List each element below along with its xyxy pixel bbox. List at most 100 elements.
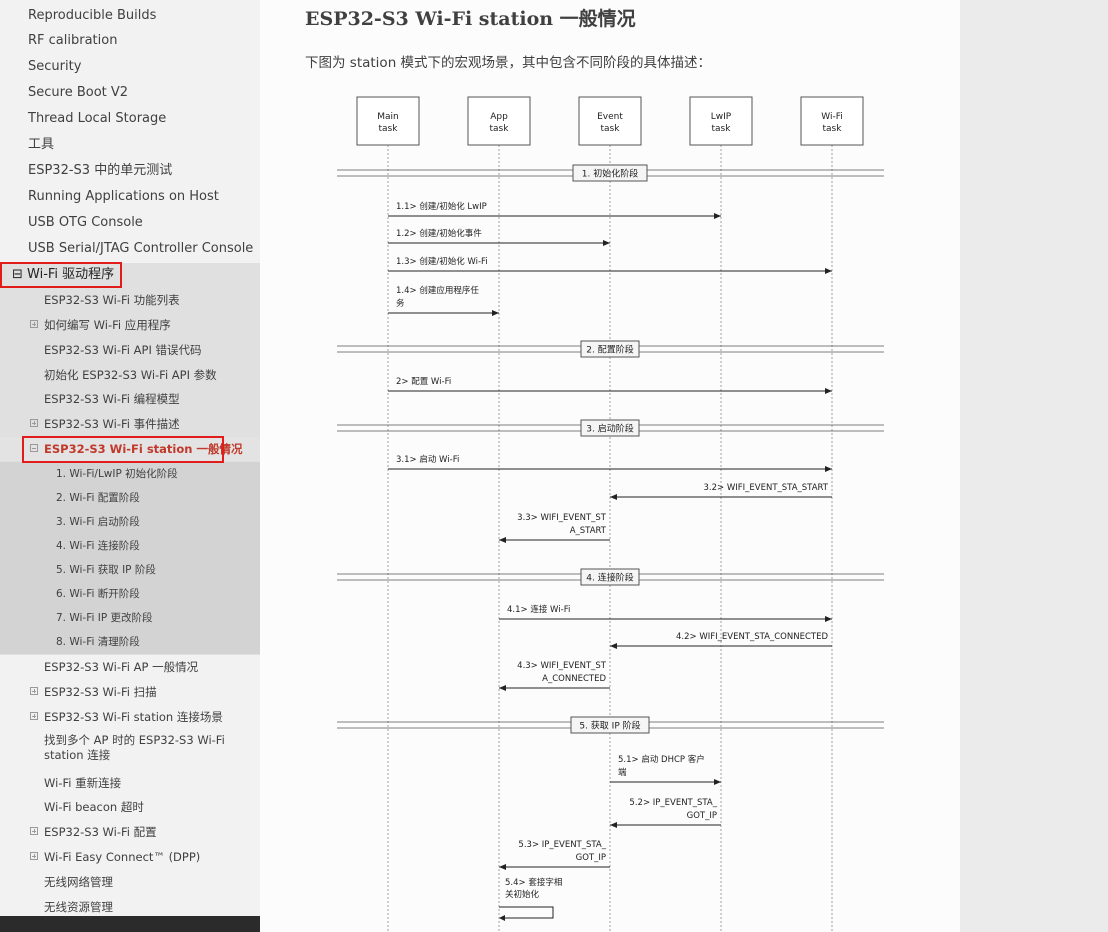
- nav-item-thread-local-storage[interactable]: Thread Local Storage: [0, 106, 260, 132]
- nav-item-label: 如何编写 Wi-Fi 应用程序: [44, 318, 171, 332]
- nav-item-usb-otg-console[interactable]: USB OTG Console: [0, 210, 260, 236]
- expand-icon[interactable]: [30, 712, 38, 720]
- phase-label: 1. 初始化阶段: [582, 168, 638, 180]
- nav-item-wifi-easy-connect[interactable]: Wi-Fi Easy Connect™ (DPP): [0, 845, 260, 869]
- message-label: 5.1> 启动 DHCP 客户: [618, 754, 705, 765]
- message-label: 2> 配置 Wi-Fi: [396, 377, 451, 387]
- sequence-diagram: Main task App task Event task LwIP task Wi-Fi tas…: [337, 96, 884, 932]
- nav-item-wifi-config[interactable]: ESP32-S3 Wi-Fi 配置: [0, 820, 260, 844]
- nav-item-wifi-api-error-codes[interactable]: ESP32-S3 Wi-Fi API 错误代码: [0, 338, 260, 362]
- lane-label: LwIP: [711, 112, 732, 122]
- lane-label: task: [712, 124, 732, 134]
- nav-subitem-stage-7[interactable]: 7. Wi-Fi IP 更改阶段: [0, 606, 260, 630]
- nav-item-wifi-programming-model[interactable]: ESP32-S3 Wi-Fi 编程模型: [0, 387, 260, 411]
- expand-icon[interactable]: [30, 320, 38, 328]
- nav-item-wireless-network-mgmt[interactable]: 无线网络管理: [0, 870, 260, 894]
- nav-item-wifi-scan[interactable]: ESP32-S3 Wi-Fi 扫描: [0, 680, 260, 704]
- nav-item-security[interactable]: Security: [0, 54, 260, 80]
- arrowhead: [825, 268, 832, 274]
- nav-item-wifi-station-general[interactable]: ESP32-S3 Wi-Fi station 一般情况: [0, 437, 260, 461]
- nav-item-reproducible-builds[interactable]: Reproducible Builds: [0, 3, 260, 29]
- expand-icon[interactable]: [30, 852, 38, 860]
- nav-subitem-stage-4[interactable]: 4. Wi-Fi 连接阶段: [0, 534, 260, 558]
- phase-label: 5. 获取 IP 阶段: [579, 720, 640, 732]
- nav-subitem-stage-3[interactable]: 3. Wi-Fi 启动阶段: [0, 510, 260, 534]
- right-margin-panel: [960, 0, 1108, 932]
- lane-label: task: [823, 124, 843, 134]
- message-label: A_START: [570, 526, 607, 536]
- message-label: 3.2> WIFI_EVENT_STA_START: [704, 483, 829, 493]
- lane-label: task: [379, 124, 399, 134]
- arrowhead: [603, 240, 610, 246]
- sidebar-footer-bar: [0, 916, 260, 932]
- nav-item-multiple-ap-connect[interactable]: 找到多个 AP 时的 ESP32-S3 Wi-Fi station 连接: [0, 733, 260, 767]
- message-label: GOT_IP: [576, 853, 606, 863]
- expand-icon[interactable]: [30, 687, 38, 695]
- nav-item-wifi-station-connect-scenarios[interactable]: ESP32-S3 Wi-Fi station 连接场景: [0, 705, 260, 729]
- nav-item-wifi-beacon-timeout[interactable]: Wi-Fi beacon 超时: [0, 795, 260, 819]
- lane-label: task: [601, 124, 621, 134]
- arrowhead: [825, 388, 832, 394]
- arrowhead: [499, 537, 506, 543]
- nav-item-secure-boot-v2[interactable]: Secure Boot V2: [0, 80, 260, 106]
- nav-item-how-to-write-wifi-app[interactable]: 如何编写 Wi-Fi 应用程序: [0, 313, 260, 337]
- message-label: 3.3> WIFI_EVENT_ST: [517, 513, 607, 523]
- message-label: 4.3> WIFI_EVENT_ST: [517, 661, 607, 671]
- phase-label: 2. 配置阶段: [586, 344, 633, 356]
- message-label: 3.1> 启动 Wi-Fi: [396, 454, 459, 465]
- nav-item-wifi-ap-general[interactable]: ESP32-S3 Wi-Fi AP 一般情况: [0, 655, 260, 679]
- message-label: GOT_IP: [687, 811, 717, 821]
- message-label: 5.3> IP_EVENT_STA_: [518, 840, 606, 850]
- message-label: 1.2> 创建/初始化事件: [396, 228, 482, 239]
- nav-item-label-line1: 找到多个 AP 时的 ESP32-S3 Wi-Fi: [44, 733, 225, 747]
- message-label: 1.4> 创建应用程序任: [396, 285, 479, 296]
- lane-label: Event: [597, 112, 623, 122]
- nav-subitem-stage-1[interactable]: 1. Wi-Fi/LwIP 初始化阶段: [0, 462, 260, 486]
- phase-label: 4. 连接阶段: [586, 572, 633, 584]
- nav-item-tools[interactable]: 工具: [0, 132, 260, 158]
- nav-subitem-stage-8[interactable]: 8. Wi-Fi 清理阶段: [0, 630, 260, 654]
- nav-item-wifi-feature-list[interactable]: ESP32-S3 Wi-Fi 功能列表: [0, 288, 260, 312]
- nav-item-label: ESP32-S3 Wi-Fi station 连接场景: [44, 710, 223, 724]
- arrowhead: [492, 310, 499, 316]
- phase-label: 3. 启动阶段: [586, 423, 633, 435]
- message-label: A_CONNECTED: [542, 674, 606, 684]
- nav-section-wifi-driver[interactable]: ⊟ Wi-Fi 驱动程序: [0, 263, 260, 287]
- message-arrow: [499, 906, 554, 919]
- arrowhead: [499, 915, 505, 921]
- arrowhead: [825, 616, 832, 622]
- nav-item-running-on-host[interactable]: Running Applications on Host: [0, 184, 260, 210]
- nav-item-label-line2: station 连接: [44, 748, 111, 762]
- message-label: 4.2> WIFI_EVENT_STA_CONNECTED: [676, 632, 828, 642]
- message-label: 1.3> 创建/初始化 Wi-Fi: [396, 256, 488, 267]
- nav-item-label: ESP32-S3 Wi-Fi 扫描: [44, 685, 157, 699]
- nav-subitem-stage-2[interactable]: 2. Wi-Fi 配置阶段: [0, 486, 260, 510]
- message-label: 关初始化: [505, 889, 540, 900]
- arrowhead: [610, 822, 617, 828]
- nav-item-wifi-event-description[interactable]: ESP32-S3 Wi-Fi 事件描述: [0, 412, 260, 436]
- nav-subitem-stage-6[interactable]: 6. Wi-Fi 断开阶段: [0, 582, 260, 606]
- lane-label: Main: [377, 112, 399, 122]
- arrowhead: [714, 213, 721, 219]
- arrowhead: [610, 494, 617, 500]
- lane-label: App: [490, 112, 508, 122]
- nav-item-usb-serial-jtag[interactable]: USB Serial/JTAG Controller Console: [0, 236, 260, 262]
- expand-icon[interactable]: [30, 419, 38, 427]
- nav-item-label: Wi-Fi Easy Connect™ (DPP): [44, 850, 201, 864]
- nav-item-wifi-reconnect[interactable]: Wi-Fi 重新连接: [0, 771, 260, 795]
- message-label: 务: [396, 298, 405, 309]
- arrowhead: [610, 643, 617, 649]
- arrowhead: [825, 466, 832, 472]
- nav-item-wifi-api-init-params[interactable]: 初始化 ESP32-S3 Wi-Fi API 参数: [0, 363, 260, 387]
- nav-item-rf-calibration[interactable]: RF calibration: [0, 28, 260, 54]
- arrowhead: [499, 685, 506, 691]
- nav-item-label: ESP32-S3 Wi-Fi 配置: [44, 825, 157, 839]
- expand-icon[interactable]: [30, 827, 38, 835]
- nav-item-label: ESP32-S3 Wi-Fi station 一般情况: [44, 442, 243, 456]
- sidebar-nav: Reproducible Builds RF calibration Secur…: [0, 0, 260, 932]
- arrowhead: [714, 779, 721, 785]
- nav-item-unit-testing[interactable]: ESP32-S3 中的单元测试: [0, 158, 260, 184]
- nav-subitem-stage-5[interactable]: 5. Wi-Fi 获取 IP 阶段: [0, 558, 260, 582]
- collapse-icon[interactable]: [30, 444, 38, 452]
- message-label: 5.2> IP_EVENT_STA_: [629, 798, 717, 808]
